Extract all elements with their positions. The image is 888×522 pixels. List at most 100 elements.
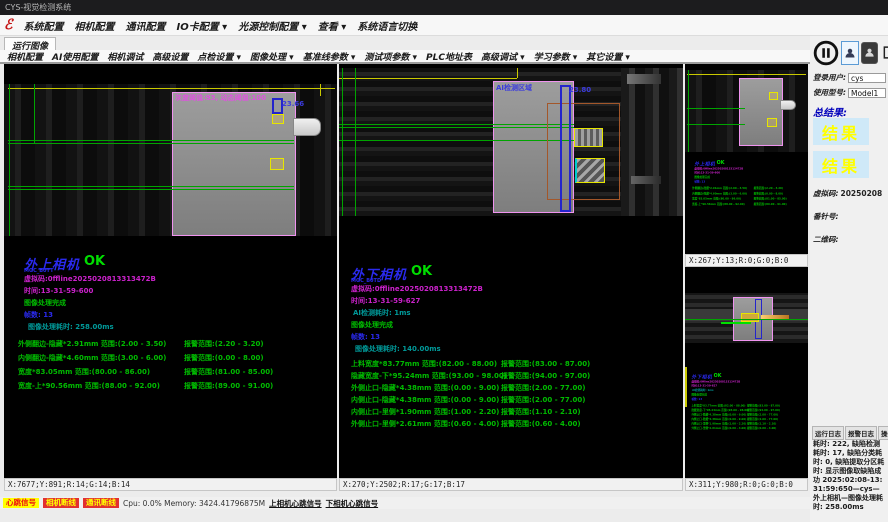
login-user-button[interactable] bbox=[841, 41, 859, 65]
measurement-value: 宽度-上*90.56mm 范围:(88.00 - 92.00) bbox=[692, 202, 745, 206]
pixel-status-left: X:7677;Y:891;R:14;G:14;B:14 bbox=[4, 478, 337, 491]
user-dark-icon bbox=[864, 46, 875, 59]
capture-time: 时间:13-31-59-627 bbox=[351, 296, 420, 306]
processing-elapsed: 图像处理耗时: 258.00ms bbox=[28, 322, 114, 332]
operator-button[interactable] bbox=[861, 42, 878, 64]
virtual-code: 虚拟码:0ffline2025020813313472B bbox=[351, 284, 483, 294]
green-guide-vline bbox=[342, 68, 343, 216]
tool-spot-check[interactable]: 点检设置 ▾ bbox=[197, 50, 241, 63]
processing-done: 图像处理完成 bbox=[691, 393, 707, 397]
needle-row: 番针号: bbox=[813, 211, 839, 222]
thumbnail-image-upper bbox=[685, 70, 808, 152]
exit-button[interactable] bbox=[880, 43, 888, 63]
tool-plc-address-table[interactable]: PLC地址表 bbox=[426, 50, 472, 63]
defect-marker-box bbox=[769, 92, 778, 100]
thumbnail-view-lower[interactable]: 外下相机 OK 虚拟码:0ffline2025020813313472B 时间:… bbox=[685, 267, 808, 478]
thumbnail-view-upper[interactable]: 外上相机 OK 虚拟码:0ffline2025020813313472B 时间:… bbox=[685, 64, 808, 254]
log-tab-strip: 运行日志 报警日志 操作日志 bbox=[812, 426, 888, 440]
defect-marker-box bbox=[272, 114, 284, 124]
ai-elapsed: AI检测耗时: 1ms bbox=[353, 308, 411, 318]
tool-other-settings[interactable]: 其它设置 ▾ bbox=[586, 50, 630, 63]
green-guide-hline bbox=[685, 319, 808, 320]
pause-button[interactable] bbox=[812, 39, 839, 66]
menu-bar: ℰ 系统配置 相机配置 通讯配置 IO卡配置 ▾ 光源控制配置 ▾ 查看 ▾ 系… bbox=[0, 15, 888, 36]
frame-count: 帧数: 13 bbox=[351, 332, 380, 342]
camera-view-upper-outer[interactable]: 灰度阈值:93, 动态阈值:100 23.66 外上相机 OK MGC_B0TT… bbox=[4, 64, 337, 478]
tool-advanced-settings[interactable]: 高级设置 bbox=[152, 50, 188, 63]
alarm-range: 报警范围:(2.00 - 77.00) bbox=[501, 395, 585, 405]
needle-label: 番针号: bbox=[813, 211, 839, 222]
tool-baseline-params[interactable]: 基准线参数 ▾ bbox=[303, 50, 356, 63]
result-overlay-middle: 外下相机 OK MGC_B0TD 虚拟码:0ffline202502081331… bbox=[339, 264, 672, 478]
processing-done: 图像处理完成 bbox=[694, 176, 710, 180]
measurement-row: 宽度-上*90.56mm 范围:(88.00 - 92.00)报警范围:(89.… bbox=[692, 202, 808, 207]
tool-camera-debug[interactable]: 相机调试 bbox=[107, 50, 143, 63]
login-user-field[interactable]: cys bbox=[848, 73, 886, 83]
measurement-row: 内侧止口-隐藏*4.38mm 范围:(0.00 - 9.00)报警范围:(2.0… bbox=[351, 395, 671, 407]
tool-learning-params[interactable]: 学习参数 ▾ bbox=[534, 50, 578, 63]
menu-system-config[interactable]: 系统配置 bbox=[23, 18, 63, 33]
green-guide-hline bbox=[721, 322, 751, 324]
connector-part bbox=[293, 118, 321, 136]
app-logo-icon: ℰ bbox=[4, 18, 12, 32]
measurement-value: 内侧翻边-隐藏*4.60mm 范围:(3.00 - 6.00) bbox=[18, 353, 166, 363]
alarm-range: 报警范围:(2.00 - 77.00) bbox=[747, 417, 778, 421]
control-panel: 登录用户: cys 使用型号: Model1 总结果: 结果 结果 虚拟码: 2… bbox=[810, 36, 888, 522]
part-roi-rect bbox=[739, 78, 783, 146]
menu-light-config[interactable]: 光源控制配置 ▾ bbox=[238, 18, 307, 33]
alarm-range: 报警范围:(0.60 - 4.00) bbox=[747, 426, 776, 430]
lower-camera-heartbeat-link[interactable]: 下相机心跳信号 bbox=[326, 498, 379, 509]
capture-time: 时间:13-31-59-627 bbox=[691, 384, 717, 388]
alarm-range: 报警范围:(81.00 - 85.00) bbox=[184, 367, 273, 377]
log-tab-operation[interactable]: 操作日志 bbox=[878, 426, 888, 440]
window-title: CYS-视觉检测系统 bbox=[5, 3, 71, 12]
green-guide-hline bbox=[339, 124, 574, 125]
alarm-range: 报警范围:(0.60 - 4.00) bbox=[501, 419, 581, 429]
green-guide-hline bbox=[687, 108, 745, 109]
menu-io-config[interactable]: IO卡配置 ▾ bbox=[176, 18, 227, 33]
ok-status: OK bbox=[717, 160, 725, 166]
tool-ai-usage-config[interactable]: AI使用配置 bbox=[52, 50, 98, 63]
measurement-row: 外侧止口-隐藏*4.38mm 范围:(0.00 - 9.00)报警范围:(2.0… bbox=[351, 383, 671, 395]
measurement-value: 外侧翻边-隐藏*2.91mm 范围:(2.00 - 3.50) bbox=[692, 187, 747, 191]
thumbnail-image-lower bbox=[685, 293, 808, 343]
panel-button-row bbox=[812, 39, 888, 66]
menu-language-switch[interactable]: 系统语言切换 bbox=[357, 18, 417, 33]
measurement-list: 上料宽度*83.77mm 范围:(82.00 - 88.00)报警范围:(83.… bbox=[351, 359, 671, 431]
tool-camera-config[interactable]: 相机配置 bbox=[7, 50, 43, 63]
log-tab-run[interactable]: 运行日志 bbox=[812, 426, 844, 440]
tool-advanced-debug[interactable]: 高级调试 ▾ bbox=[481, 50, 525, 63]
bottom-status-bar: 心跳信号 相机断线 通讯断线 Cpu: 0.0% Memory: 3424.41… bbox=[0, 497, 810, 509]
gauge-value-label: 23.80 bbox=[569, 86, 591, 94]
camera-view-lower-outer[interactable]: AI检测区域 23.80 外下相机 OK MGC_B0TD 虚拟码:0fflin… bbox=[339, 64, 683, 478]
menu-camera-config[interactable]: 相机配置 bbox=[74, 18, 114, 33]
menu-view[interactable]: 查看 ▾ bbox=[318, 18, 347, 33]
tool-image-processing[interactable]: 图像处理 ▾ bbox=[250, 50, 294, 63]
green-guide-hline bbox=[339, 140, 574, 141]
measurement-value: 外侧止口-里侧*2.61mm 范围:(0.60 - 4.00) bbox=[351, 419, 499, 429]
log-tab-alarm[interactable]: 报警日志 bbox=[845, 426, 877, 440]
ok-status: OK bbox=[714, 373, 722, 379]
measurement-value: 上料宽度*83.77mm 范围:(82.00 - 88.00) bbox=[351, 359, 497, 369]
result-box-upper: 结果 bbox=[813, 118, 869, 145]
toolbar: 相机配置 AI使用配置 相机调试 高级设置 点检设置 ▾ 图像处理 ▾ 基准线参… bbox=[0, 50, 888, 64]
qr-row: 二维码: bbox=[813, 234, 839, 245]
model-field[interactable]: Model1 bbox=[848, 88, 886, 98]
measurement-value: 外侧止口-隐藏*4.38mm 范围:(0.00 - 9.00) bbox=[691, 413, 746, 417]
logout-door-icon bbox=[881, 44, 888, 61]
green-guide-hline bbox=[687, 124, 745, 125]
measurement-value: 隐藏宽度-下*95.24mm 范围:(93.00 - 98.00) bbox=[691, 409, 749, 413]
machine-background bbox=[621, 68, 683, 216]
crosshair-line-horizontal bbox=[339, 78, 517, 79]
menu-comm-config[interactable]: 通讯配置 bbox=[125, 18, 165, 33]
camera-image-left: 灰度阈值:93, 动态阈值:100 23.66 bbox=[4, 84, 337, 236]
measurement-value: 宽度-上*90.56mm 范围:(88.00 - 92.00) bbox=[18, 381, 160, 391]
gauge-marker-rect bbox=[560, 85, 571, 212]
upper-camera-heartbeat-link[interactable]: 上相机心跳信号 bbox=[269, 498, 322, 509]
tool-test-params[interactable]: 测试项参数 ▾ bbox=[364, 50, 417, 63]
measurement-value: 外侧止口-里侧*2.61mm 范围:(0.60 - 4.00) bbox=[691, 426, 746, 430]
heartbeat-badge: 心跳信号 bbox=[3, 498, 39, 508]
measurement-row: 内侧翻边-隐藏*4.60mm 范围:(3.00 - 6.00)报警范围:(0.0… bbox=[18, 353, 334, 367]
ok-status: OK bbox=[411, 264, 432, 279]
pixel-status-thumb-bottom: X:311;Y:980;R:0;G:0;B:0 bbox=[685, 478, 808, 491]
